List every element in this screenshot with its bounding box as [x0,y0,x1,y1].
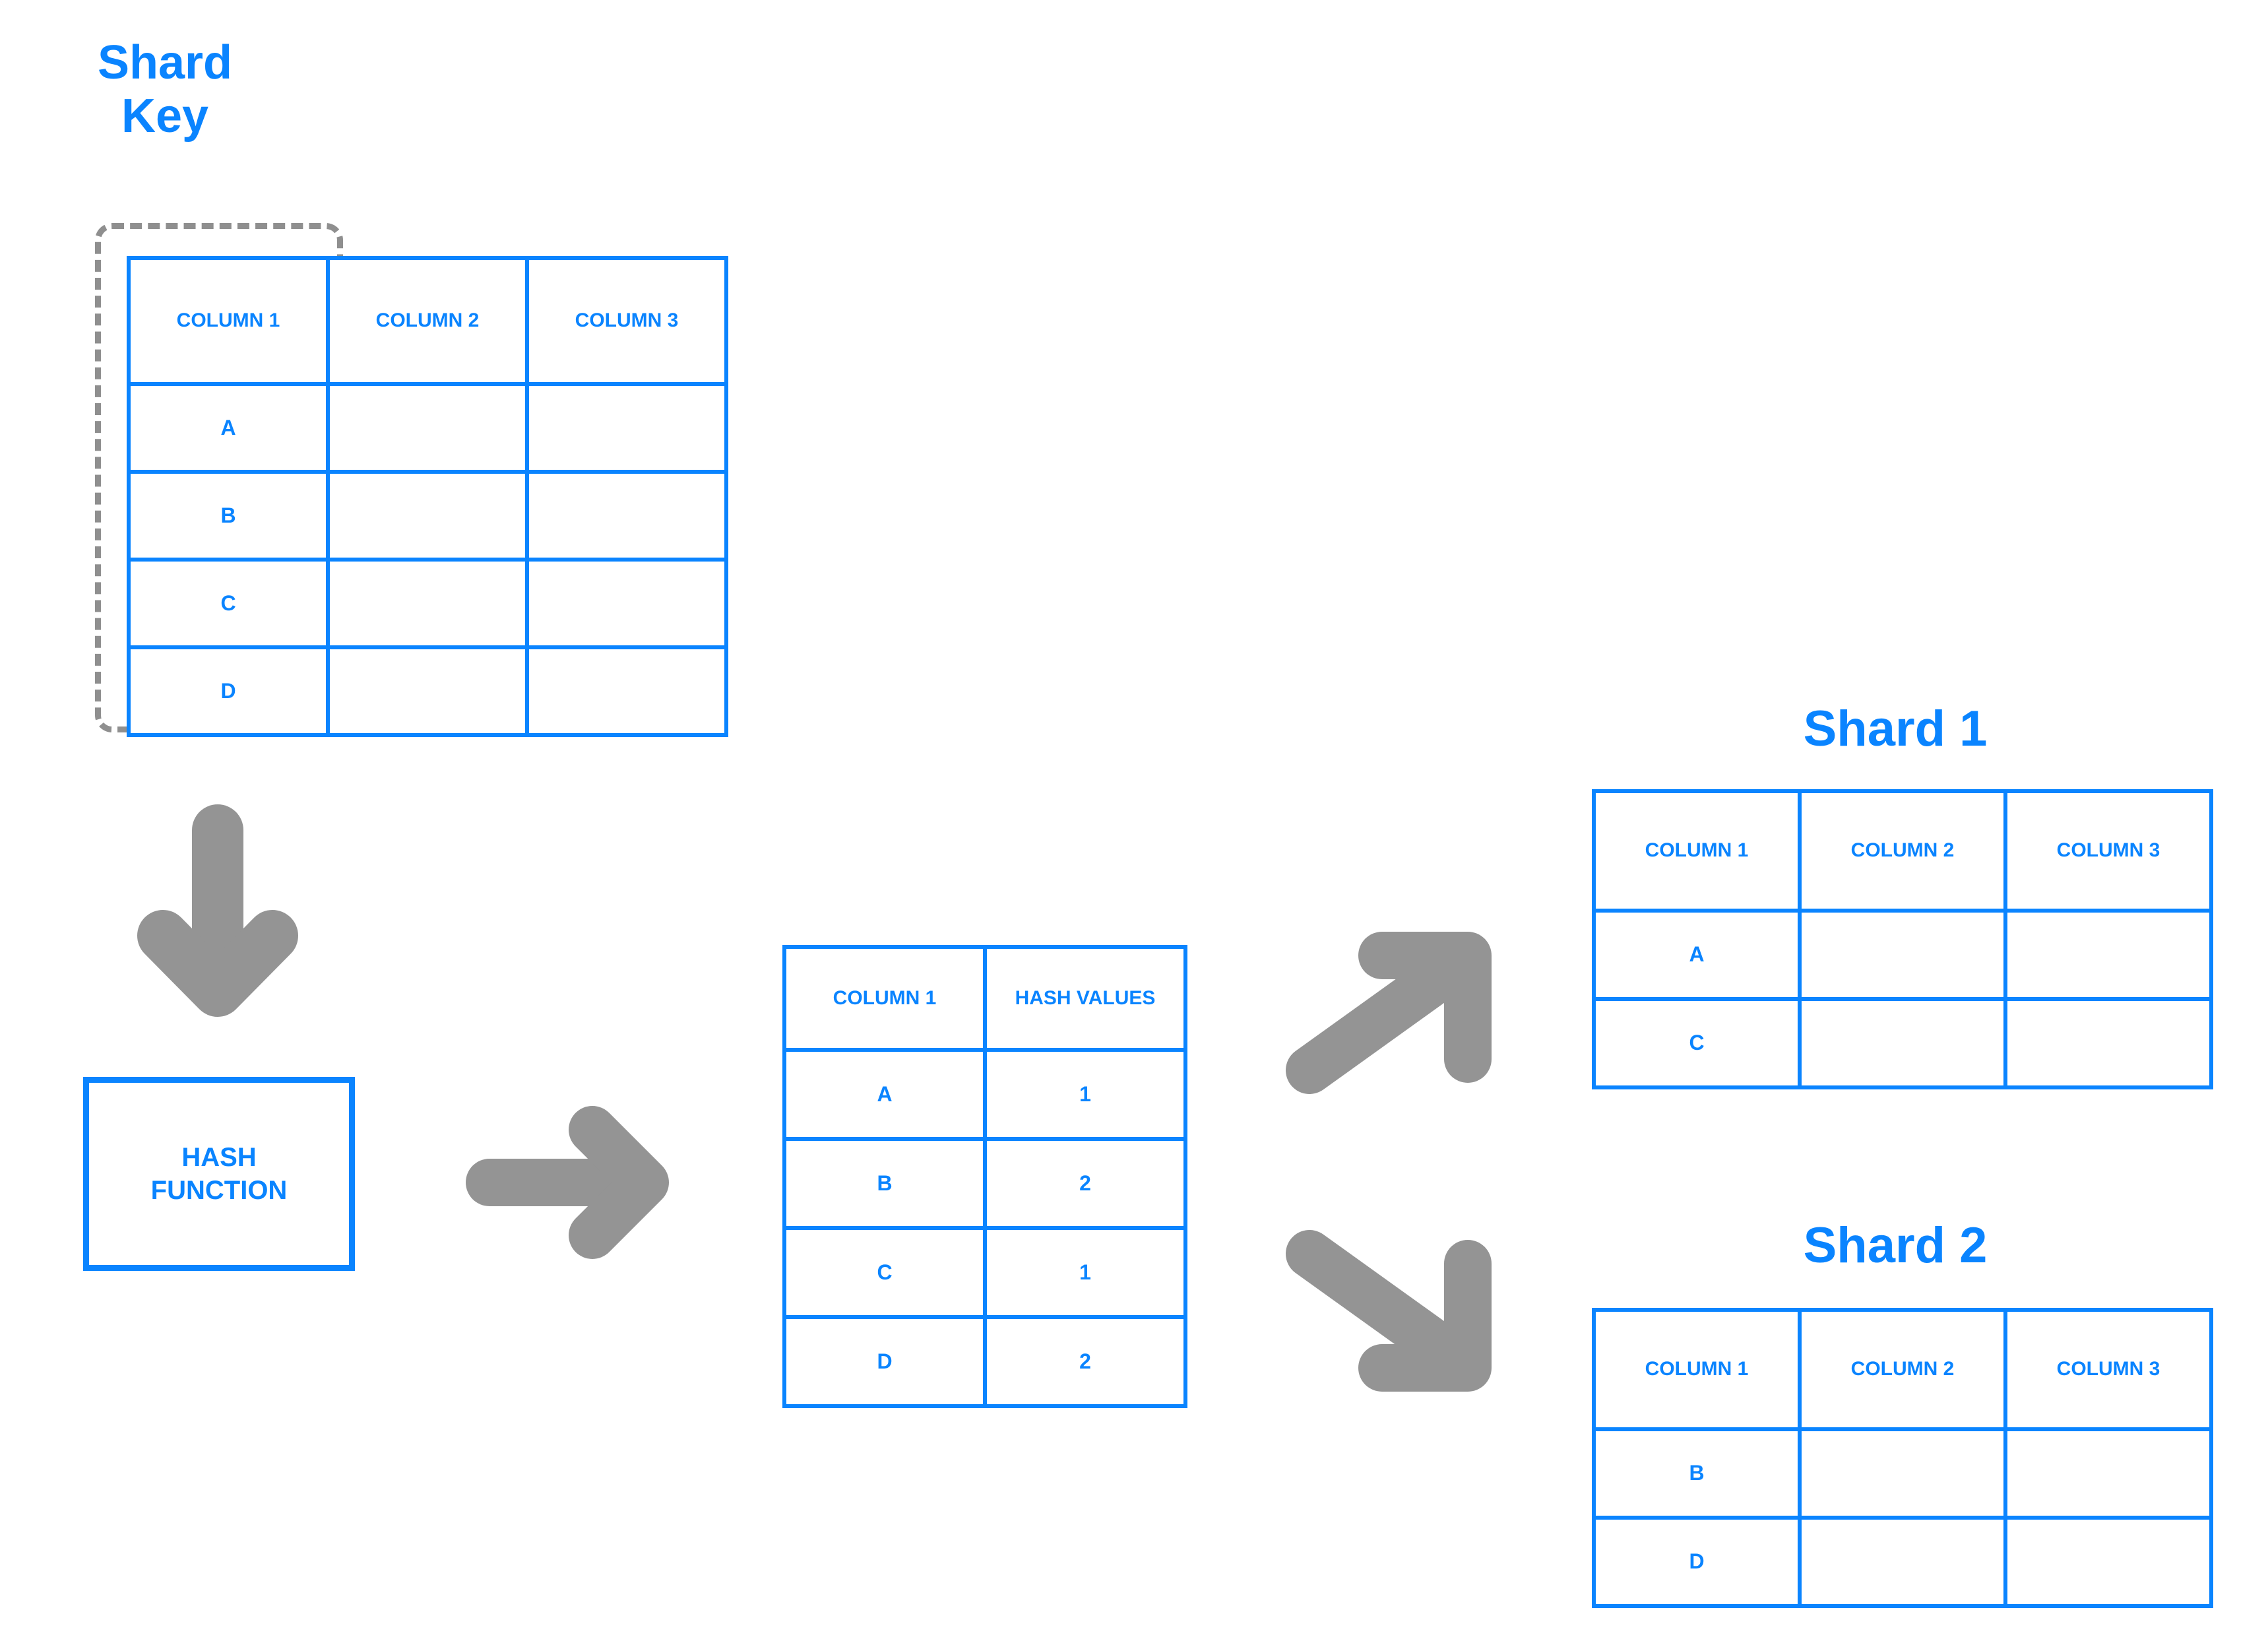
table-row: B [127,470,728,562]
source-table: COLUMN 1 COLUMN 2 COLUMN 3 A B C D [127,256,728,737]
hash-values-table: COLUMN 1 HASH VALUES A 1 B 2 C 1 D 2 [782,945,1187,1408]
hash-cell-r2c0: C [782,1226,987,1319]
shard2-cell-r0c1 [1798,1427,2007,1520]
table-row: A [1592,909,2213,1001]
hash-cell-r3c1: 2 [983,1315,1187,1408]
source-cell-r0c1 [326,382,529,474]
shard1-cell-r1c0: C [1592,997,1802,1089]
source-cell-r3c0: D [127,645,330,737]
source-cell-r3c1 [326,645,529,737]
arrow-up-right-to-shard1-icon [1280,924,1504,1099]
table-row: B [1592,1427,2213,1520]
shard2-title: Shard 2 [1803,1217,1988,1274]
shard1-cell-r1c1 [1798,997,2007,1089]
source-cell-r3c2 [525,645,728,737]
shard1-table: COLUMN 1 COLUMN 2 COLUMN 3 A C [1592,789,2213,1089]
source-cell-r1c1 [326,470,529,562]
table-row: D [1592,1516,2213,1608]
hash-header-col1: COLUMN 1 [782,945,987,1052]
table-row: D [127,645,728,737]
shard2-cell-r1c0: D [1592,1516,1802,1608]
shard1-cell-r0c0: A [1592,909,1802,1001]
diagram-canvas: Shard Key COLUMN 1 COLUMN 2 COLUMN 3 A B… [0,0,2268,1647]
arrow-right-hash-to-values-icon [462,1103,679,1262]
hash-cell-r1c0: B [782,1137,987,1230]
source-cell-r1c2 [525,470,728,562]
table-row: C [127,558,728,649]
source-cell-r0c2 [525,382,728,474]
table-row: C 1 [782,1226,1187,1319]
source-cell-r2c1 [326,558,529,649]
table-header-row: COLUMN 1 HASH VALUES [782,945,1187,1052]
table-header-row: COLUMN 1 COLUMN 2 COLUMN 3 [1592,1308,2213,1431]
shard-key-title: Shard Key [97,36,233,143]
source-header-col2: COLUMN 2 [326,256,529,386]
source-cell-r1c0: B [127,470,330,562]
shard1-cell-r0c2 [2003,909,2213,1001]
table-row: C [1592,997,2213,1089]
table-header-row: COLUMN 1 COLUMN 2 COLUMN 3 [127,256,728,386]
hash-cell-r3c0: D [782,1315,987,1408]
shard2-header-col2: COLUMN 2 [1798,1308,2007,1431]
hash-cell-r0c0: A [782,1048,987,1141]
shard2-header-col3: COLUMN 3 [2003,1308,2213,1431]
hash-cell-r0c1: 1 [983,1048,1187,1141]
shard2-cell-r1c2 [2003,1516,2213,1608]
source-cell-r0c0: A [127,382,330,474]
shard2-header-col1: COLUMN 1 [1592,1308,1802,1431]
hash-header-values: HASH VALUES [983,945,1187,1052]
arrow-down-right-to-shard2-icon [1280,1224,1504,1399]
shard1-cell-r0c1 [1798,909,2007,1001]
shard1-cell-r1c2 [2003,997,2213,1089]
hash-function-box: HASH FUNCTION [83,1077,355,1271]
table-row: D 2 [782,1315,1187,1408]
shard1-header-col3: COLUMN 3 [2003,789,2213,913]
shard1-header-col2: COLUMN 2 [1798,789,2007,913]
source-header-col1: COLUMN 1 [127,256,330,386]
table-row: B 2 [782,1137,1187,1230]
shard1-title: Shard 1 [1803,701,1988,757]
source-header-col3: COLUMN 3 [525,256,728,386]
source-cell-r2c0: C [127,558,330,649]
shard1-header-col1: COLUMN 1 [1592,789,1802,913]
hash-cell-r2c1: 1 [983,1226,1187,1319]
shard2-table: COLUMN 1 COLUMN 2 COLUMN 3 B D [1592,1308,2213,1608]
hash-cell-r1c1: 2 [983,1137,1187,1230]
table-row: A [127,382,728,474]
table-header-row: COLUMN 1 COLUMN 2 COLUMN 3 [1592,789,2213,913]
table-row: A 1 [782,1048,1187,1141]
arrow-down-to-hash-function-icon [135,798,300,1026]
source-cell-r2c2 [525,558,728,649]
shard2-cell-r0c0: B [1592,1427,1802,1520]
shard2-cell-r0c2 [2003,1427,2213,1520]
shard2-cell-r1c1 [1798,1516,2007,1608]
